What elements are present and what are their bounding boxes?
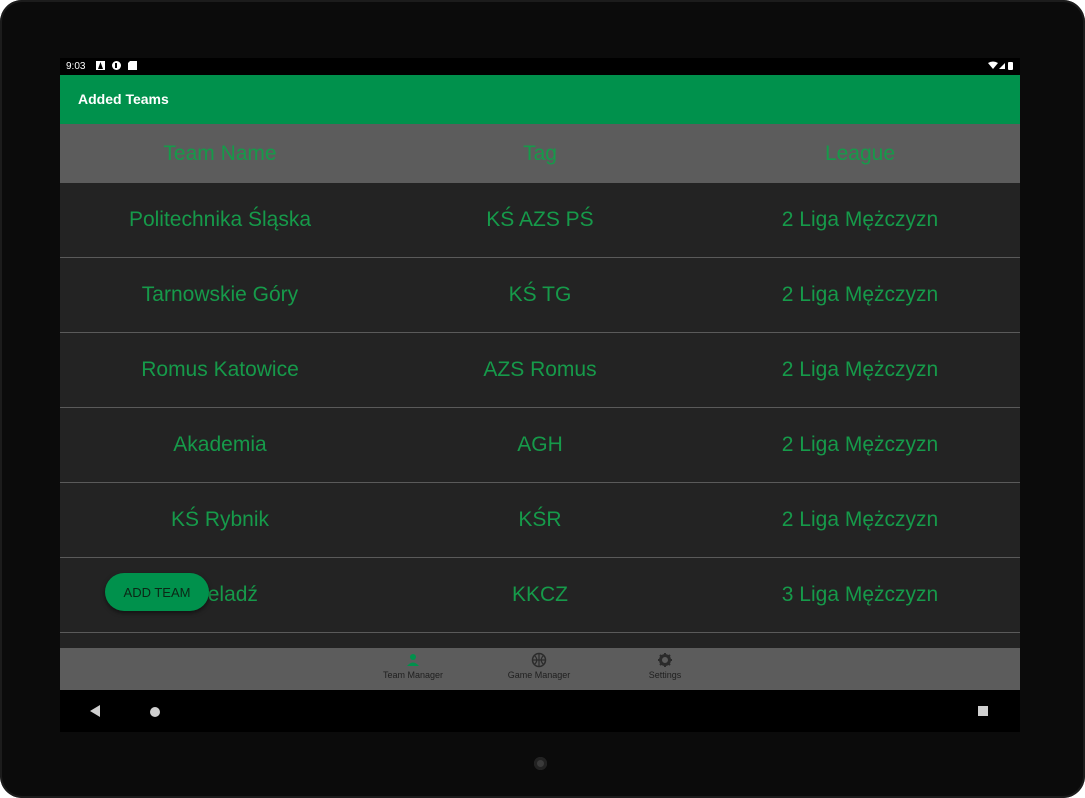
cell-team-name: Akademia [173, 433, 267, 456]
cell-tag: KŚR [518, 508, 562, 531]
sd-card-icon [128, 61, 137, 70]
gear-icon [658, 653, 672, 667]
cell-tag: AZS Romus [483, 358, 597, 381]
cell-team-name: Romus Katowice [141, 358, 299, 381]
notification-a-icon [96, 61, 105, 70]
status-system-icons [988, 61, 1014, 73]
cell-league: 2 Liga Mężczyzn [781, 433, 939, 456]
notification-f-icon [112, 61, 121, 70]
table-row[interactable]: Romus Katowice AZS Romus 2 Liga Mężczyzn [60, 333, 1020, 408]
cell-team-name: Tarnowskie Góry [141, 283, 299, 306]
column-header-league: League [824, 141, 896, 165]
cell-league: 3 Liga Mężczyzn [781, 583, 939, 606]
nav-label-game-manager: Game Manager [507, 670, 571, 680]
cell-tag: KŚ TG [508, 283, 572, 306]
tablet-frame: 9:03 Added Teams Team Name Tag League Po… [0, 0, 1085, 798]
cell-team-name: KŚ Rybnik [170, 508, 270, 531]
cell-tag: AGH [517, 433, 563, 456]
table-row[interactable]: Tarnowskie Góry KŚ TG 2 Liga Mężczyzn [60, 258, 1020, 333]
table-row[interactable]: KŚ Rybnik KŚR 2 Liga Mężczyzn [60, 483, 1020, 558]
team-icon [407, 654, 419, 666]
cell-league: 2 Liga Mężczyzn [781, 208, 939, 231]
cell-tag: KŚ AZS PŚ [486, 208, 594, 231]
nav-item-settings[interactable]: Settings [620, 652, 710, 680]
wifi-signal-battery-icon [988, 61, 1013, 70]
nav-item-team-manager[interactable]: Team Manager [368, 652, 458, 680]
cell-tag: KKCZ [511, 583, 568, 606]
status-time: 9:03 [66, 61, 86, 72]
basketball-icon [531, 652, 547, 668]
teams-table: Team Name Tag League Politechnika Śląska… [60, 124, 1020, 648]
home-icon[interactable] [150, 707, 160, 717]
cell-team-name: Politechnika Śląska [128, 208, 312, 231]
column-header-team-name: Team Name [163, 141, 277, 165]
add-team-button[interactable]: ADD TEAM [105, 573, 209, 611]
nav-item-game-manager[interactable]: Game Manager [494, 652, 584, 680]
nav-label-team-manager: Team Manager [382, 670, 444, 680]
table-row[interactable]: Akademia AGH 2 Liga Mężczyzn [60, 408, 1020, 483]
table-row[interactable]: Politechnika Śląska KŚ AZS PŚ 2 Liga Męż… [60, 183, 1020, 258]
bottom-navigation: Team Manager Game Manager Settings [60, 648, 1020, 690]
recents-icon[interactable] [978, 706, 988, 716]
column-header-tag: Tag [523, 141, 557, 165]
table-header: Team Name Tag League [60, 124, 1020, 183]
cell-league: 2 Liga Mężczyzn [781, 283, 939, 306]
camera-icon [534, 757, 547, 770]
page-title: Added Teams [78, 91, 169, 107]
system-navigation-bar [60, 690, 1020, 732]
screen: 9:03 Added Teams Team Name Tag League Po… [60, 58, 1020, 732]
status-bar: 9:03 [60, 58, 1020, 75]
nav-label-settings: Settings [648, 670, 682, 680]
app-bar: Added Teams [60, 75, 1020, 124]
cell-league: 2 Liga Mężczyzn [781, 358, 939, 381]
cell-league: 2 Liga Mężczyzn [781, 508, 939, 531]
back-icon[interactable] [90, 705, 100, 717]
